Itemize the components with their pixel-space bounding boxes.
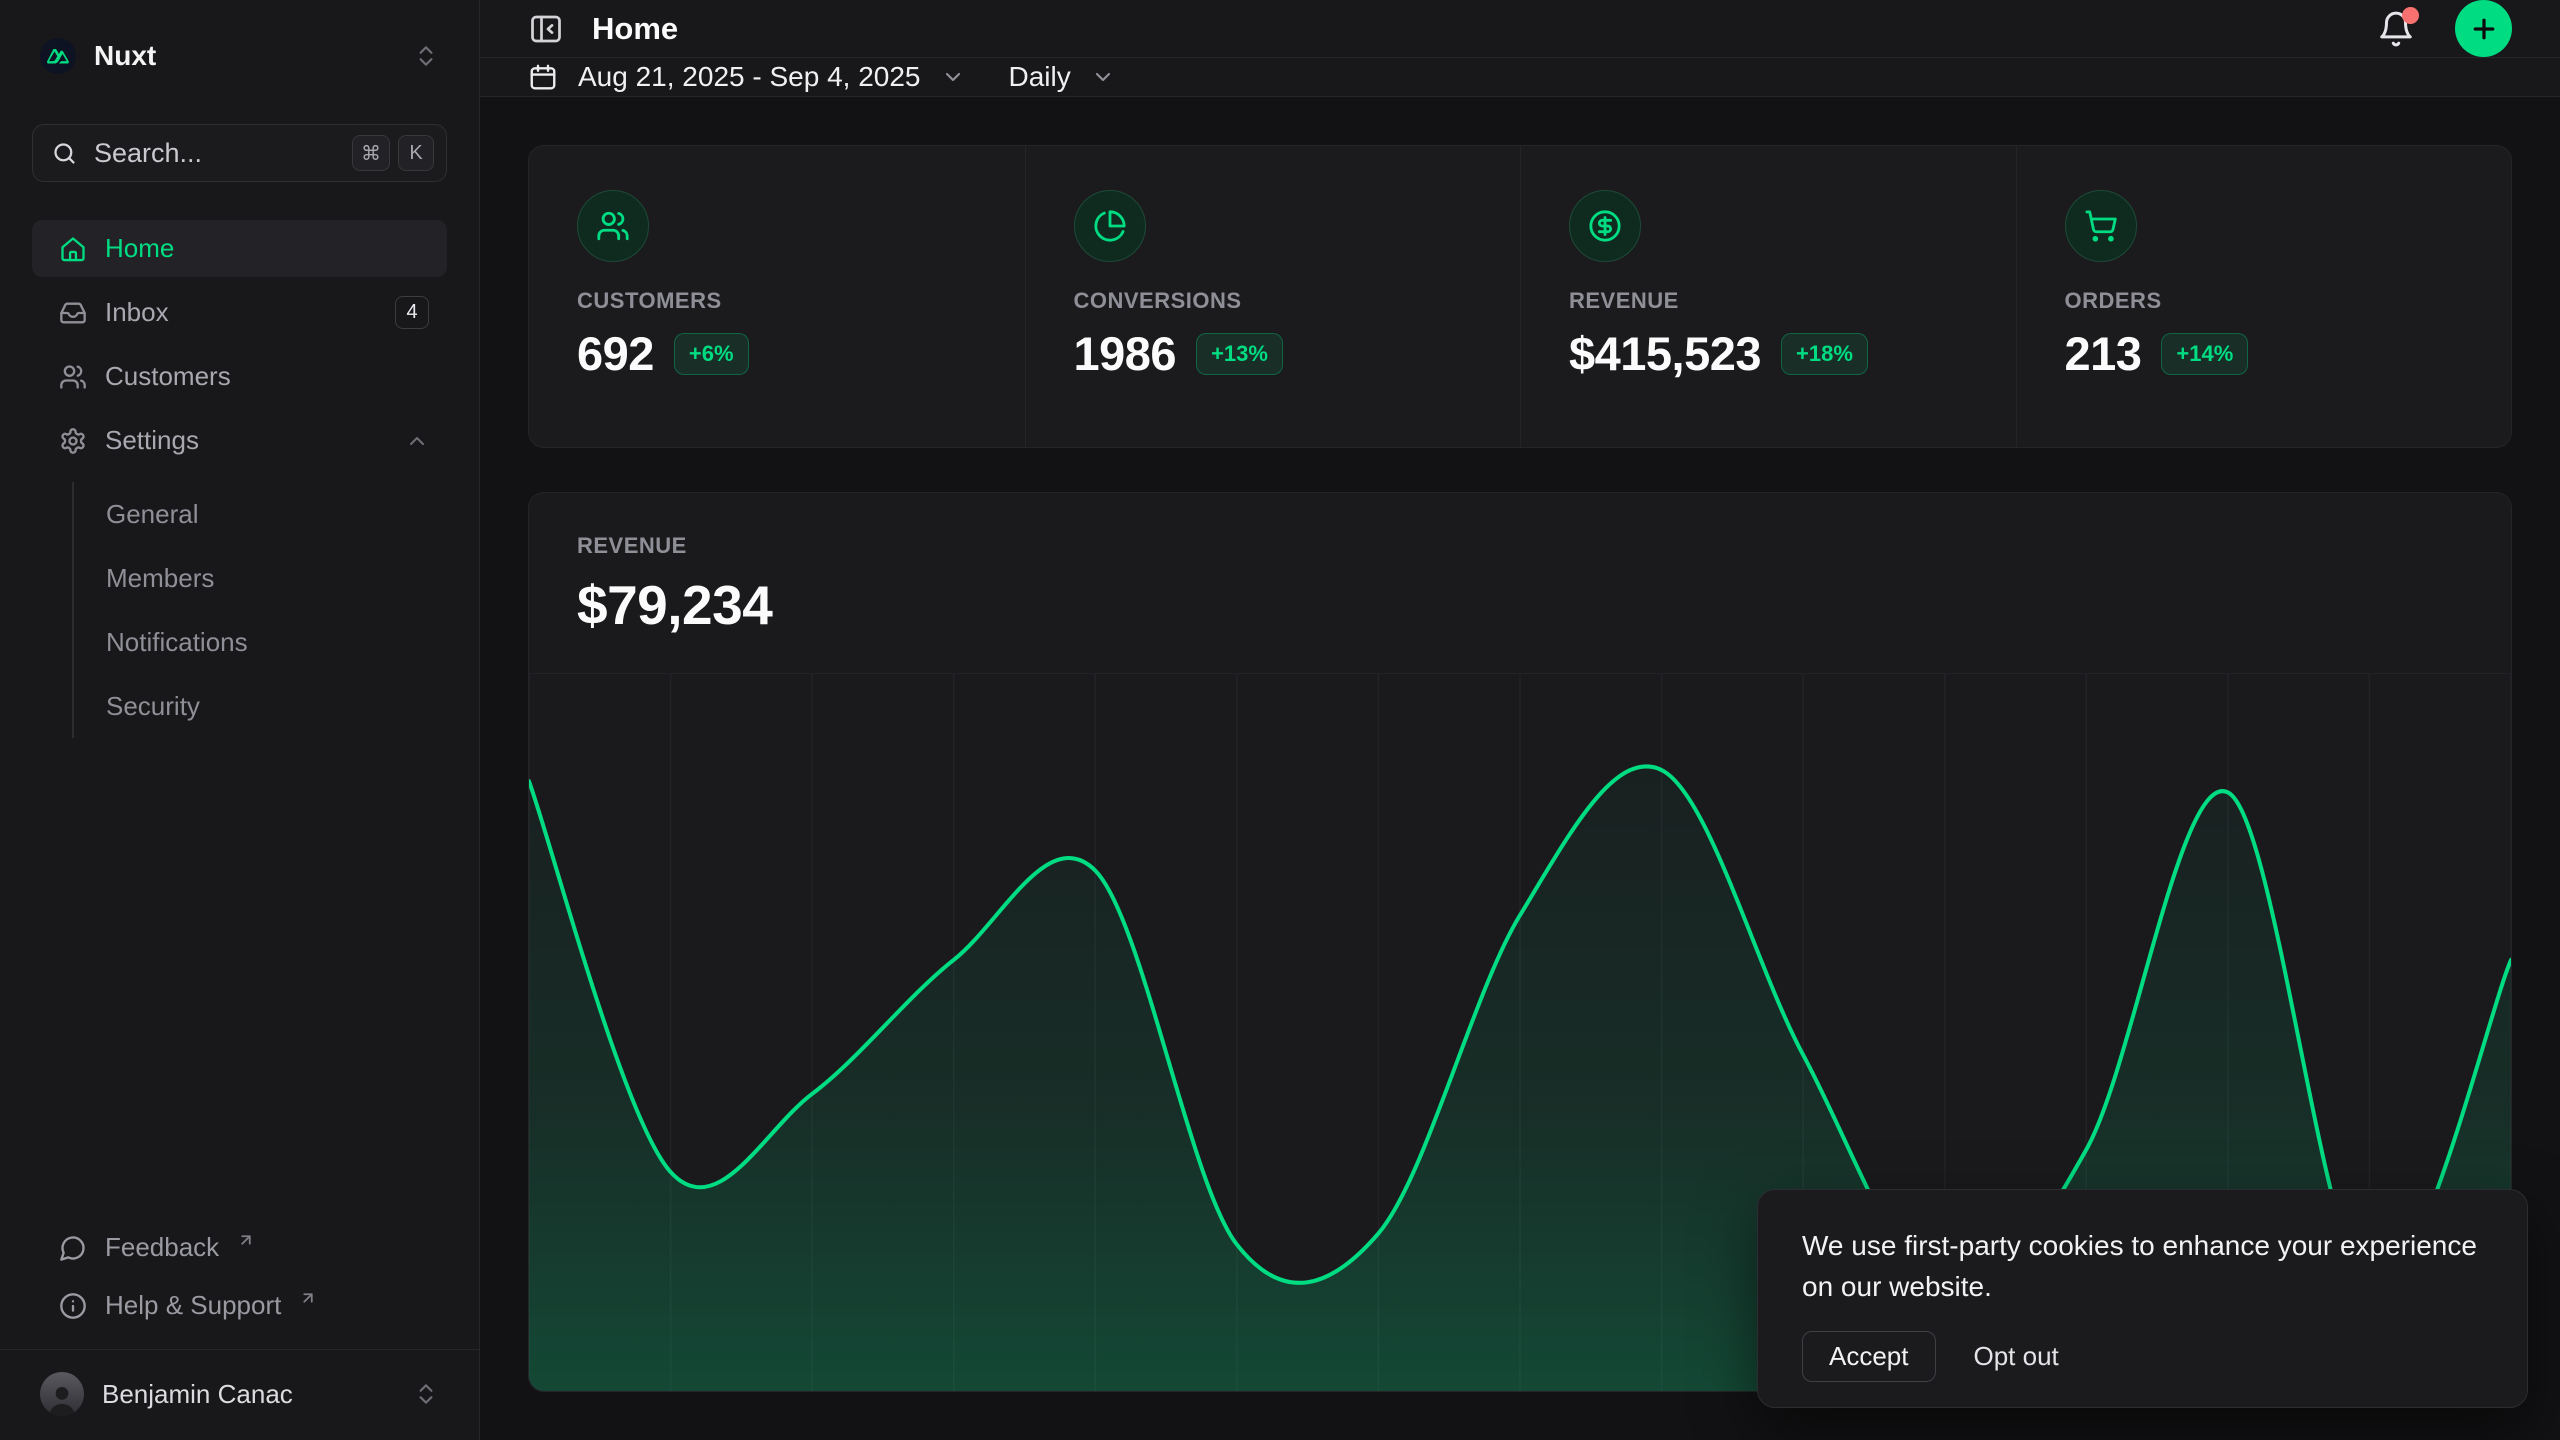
chevron-up-icon [405, 429, 429, 453]
search-placeholder: Search... [94, 138, 336, 169]
sidebar-bottom: Feedback Help & Support Benja [32, 1219, 447, 1440]
sidebar-item-security[interactable]: Security [74, 678, 447, 734]
stat-value: 1986 [1074, 326, 1177, 381]
pie-chart-icon [1074, 190, 1146, 262]
settings-subnav: General Members Notifications Security [72, 482, 447, 738]
cookie-accept-button[interactable]: Accept [1802, 1331, 1936, 1382]
stat-delta-badge: +18% [1781, 333, 1868, 375]
sidebar-item-general[interactable]: General [74, 486, 447, 542]
message-bubble-icon [59, 1234, 87, 1262]
user-avatar [40, 1372, 84, 1416]
stat-value: 213 [2065, 326, 2142, 381]
link-label: Help & Support [105, 1290, 281, 1321]
chart-total-value: $79,234 [577, 573, 2463, 637]
sidebar-item-home[interactable]: Home [32, 220, 447, 277]
info-circle-icon [59, 1292, 87, 1320]
external-link-icon [299, 1289, 317, 1307]
stat-card-conversions[interactable]: CONVERSIONS 1986 +13% [1025, 146, 1521, 447]
stat-delta-badge: +13% [1196, 333, 1283, 375]
stat-label: REVENUE [1569, 288, 1968, 314]
sidebar-item-label: Customers [105, 361, 231, 392]
cookie-optout-button[interactable]: Opt out [1974, 1341, 2059, 1372]
users-icon [59, 363, 87, 391]
cart-icon [2065, 190, 2137, 262]
kbd-cmd: ⌘ [352, 135, 390, 171]
workspace-switcher[interactable]: Nuxt [32, 28, 447, 84]
sidebar-item-inbox[interactable]: Inbox 4 [32, 284, 447, 341]
chevron-down-icon [941, 65, 965, 89]
page-header: Home [480, 0, 2560, 58]
add-button[interactable] [2455, 0, 2512, 57]
user-menu[interactable]: Benjamin Canac [32, 1350, 447, 1440]
gear-icon [59, 427, 87, 455]
chevrons-up-down-icon [413, 43, 439, 69]
stat-card-customers[interactable]: CUSTOMERS 692 +6% [529, 146, 1025, 447]
sidebar-item-label: Home [105, 233, 174, 264]
dollar-circle-icon [1569, 190, 1641, 262]
chevron-down-icon [1091, 65, 1115, 89]
chevrons-up-down-icon [413, 1381, 439, 1407]
users-icon [577, 190, 649, 262]
stat-label: ORDERS [2065, 288, 2464, 314]
search-input[interactable]: Search... ⌘ K [32, 124, 447, 182]
nuxt-logo-icon [40, 38, 76, 74]
help-support-link[interactable]: Help & Support [32, 1277, 447, 1335]
external-link-icon [237, 1231, 255, 1249]
cookie-message: We use first-party cookies to enhance yo… [1802, 1226, 2483, 1307]
stat-label: CONVERSIONS [1074, 288, 1473, 314]
plus-icon [2469, 14, 2499, 44]
page-title: Home [592, 11, 678, 47]
cookie-banner: We use first-party cookies to enhance yo… [1757, 1189, 2528, 1408]
sidebar-item-label: Settings [105, 425, 199, 456]
collapse-sidebar-icon[interactable] [528, 11, 564, 47]
home-icon [59, 235, 87, 263]
chart-title: REVENUE [577, 533, 2463, 559]
search-shortcut: ⌘ K [352, 135, 434, 171]
date-range-picker[interactable]: Aug 21, 2025 - Sep 4, 2025 [528, 61, 965, 93]
search-icon [51, 140, 78, 167]
sidebar-nav: Home Inbox 4 [32, 220, 447, 738]
notification-dot [2402, 7, 2419, 24]
sidebar-top: Nuxt Search... ⌘ K [32, 28, 447, 738]
feedback-link[interactable]: Feedback [32, 1219, 447, 1277]
kbd-k: K [398, 135, 434, 171]
stat-delta-badge: +14% [2161, 333, 2248, 375]
stat-delta-badge: +6% [674, 333, 749, 375]
workspace-name: Nuxt [94, 40, 395, 72]
inbox-count-badge: 4 [395, 296, 429, 329]
sidebar-item-customers[interactable]: Customers [32, 348, 447, 405]
inbox-icon [59, 299, 87, 327]
link-label: Feedback [105, 1232, 219, 1263]
calendar-icon [528, 62, 558, 92]
stat-value: 692 [577, 326, 654, 381]
stat-label: CUSTOMERS [577, 288, 977, 314]
sidebar-item-members[interactable]: Members [74, 550, 447, 606]
granularity-value: Daily [1009, 61, 1071, 93]
user-name: Benjamin Canac [102, 1379, 395, 1410]
sidebar-item-settings[interactable]: Settings [32, 412, 447, 469]
sidebar-item-label: Inbox [105, 297, 169, 328]
main-panel: Home Aug 21, 2025 - Sep 4, 2025 [480, 0, 2560, 1440]
date-range-value: Aug 21, 2025 - Sep 4, 2025 [578, 61, 921, 93]
granularity-select[interactable]: Daily [1009, 61, 1115, 93]
stats-row: CUSTOMERS 692 +6% CONVERSIONS 1986 +13% [528, 145, 2512, 448]
sidebar-item-notifications[interactable]: Notifications [74, 614, 447, 670]
filters-toolbar: Aug 21, 2025 - Sep 4, 2025 Daily [480, 58, 2560, 97]
notifications-button[interactable] [2377, 10, 2415, 48]
stat-card-orders[interactable]: ORDERS 213 +14% [2016, 146, 2512, 447]
sidebar: Nuxt Search... ⌘ K [0, 0, 480, 1440]
stat-card-revenue[interactable]: REVENUE $415,523 +18% [1520, 146, 2016, 447]
stat-value: $415,523 [1569, 326, 1761, 381]
